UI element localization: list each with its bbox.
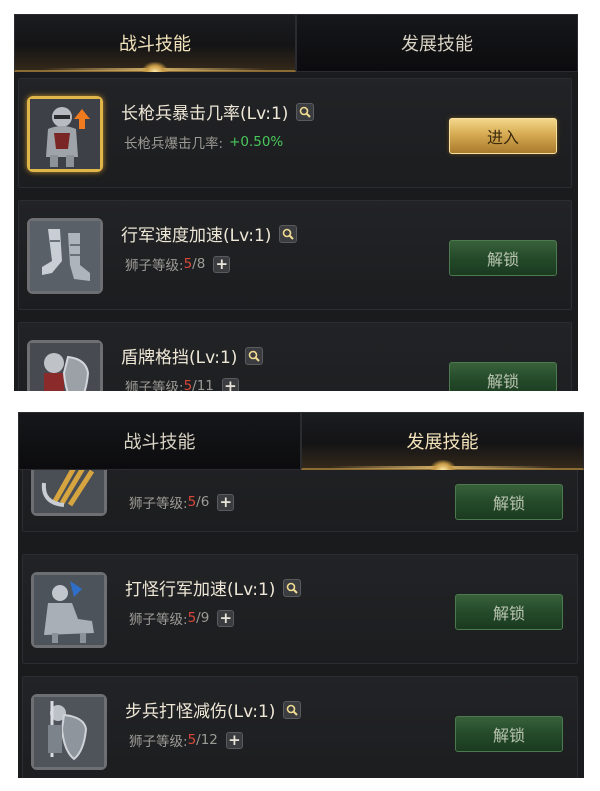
requirement-total: /12	[196, 732, 218, 748]
skill-panel-combat: 战斗技能 发展技能 长枪兵暴击几率(Lv:1) 长枪兵爆击几率: +0.50% …	[14, 14, 578, 391]
skill-stat-value: +0.50%	[229, 134, 284, 150]
magnifier-icon[interactable]	[245, 346, 264, 365]
requirement-current: 5	[187, 494, 197, 510]
shield-knight-icon	[30, 343, 100, 391]
requirement-label: 狮子等级:	[125, 380, 184, 391]
skill-row: 盾牌格挡(Lv:1) 狮子等级: 5 /11 + 解锁	[18, 322, 572, 391]
requirement-label: 狮子等级:	[129, 734, 188, 750]
requirement-total: /8	[192, 256, 206, 272]
unlock-button[interactable]: 解锁	[455, 716, 563, 752]
skill-icon-frame[interactable]	[27, 340, 103, 391]
knight-upgrade-icon	[30, 99, 100, 169]
requirement-total: /6	[196, 494, 210, 510]
magnifier-icon[interactable]	[283, 700, 302, 719]
infantry-shield-icon	[34, 697, 104, 767]
skill-row: 行军速度加速(Lv:1) 狮子等级: 5 /8 + 解锁	[18, 200, 572, 310]
requirement-total: /11	[192, 378, 214, 391]
requirement-current: 5	[187, 732, 197, 748]
unlock-button[interactable]: 解锁	[449, 362, 557, 391]
skill-row: 长枪兵暴击几率(Lv:1) 长枪兵爆击几率: +0.50% 进入	[18, 78, 572, 188]
requirement-current: 5	[187, 610, 197, 626]
skill-row: 打怪行军加速(Lv:1) 狮子等级: 5 /9 + 解锁	[22, 554, 578, 664]
unlock-button[interactable]: 解锁	[449, 240, 557, 276]
skill-panel-development: 狮子等级: 5 /6 + 解锁 打怪行军加速(Lv:1) 狮子等级: 5 /9 …	[18, 412, 584, 778]
skill-title: 打怪行军加速(Lv:1)	[125, 580, 276, 600]
enter-button[interactable]: 进入	[449, 118, 557, 154]
skill-title: 盾牌格挡(Lv:1)	[121, 348, 238, 368]
skill-title: 长枪兵暴击几率(Lv:1)	[121, 104, 289, 124]
plus-icon[interactable]: +	[225, 731, 243, 749]
requirement-label: 狮子等级:	[125, 258, 184, 274]
skill-tabs: 战斗技能 发展技能	[18, 412, 584, 470]
skill-tabs: 战斗技能 发展技能	[14, 14, 578, 72]
requirement-current: 5	[183, 256, 193, 272]
skill-icon-frame[interactable]	[31, 694, 107, 770]
magnifier-icon[interactable]	[279, 224, 298, 243]
skill-title: 步兵打怪减伤(Lv:1)	[125, 702, 276, 722]
skill-icon-frame[interactable]	[27, 96, 103, 172]
tab-combat-skills[interactable]: 战斗技能	[18, 412, 301, 470]
requirement-current: 5	[183, 378, 193, 391]
skill-row: 步兵打怪减伤(Lv:1) 狮子等级: 5 /12 + 解锁	[22, 676, 578, 778]
plus-icon[interactable]: +	[213, 255, 231, 273]
cavalry-icon	[34, 575, 104, 645]
unlock-button[interactable]: 解锁	[455, 594, 563, 630]
armored-boots-icon	[30, 221, 100, 291]
skill-stat-label: 长枪兵爆击几率:	[124, 136, 224, 152]
plus-icon[interactable]: +	[221, 377, 239, 391]
plus-icon[interactable]: +	[217, 493, 235, 511]
plus-icon[interactable]: +	[217, 609, 235, 627]
skill-icon-frame[interactable]	[27, 218, 103, 294]
tab-development-skills[interactable]: 发展技能	[301, 412, 584, 470]
magnifier-icon[interactable]	[283, 578, 302, 597]
tab-development-skills[interactable]: 发展技能	[296, 14, 578, 72]
requirement-total: /9	[196, 610, 210, 626]
unlock-button[interactable]: 解锁	[455, 484, 563, 520]
requirement-label: 狮子等级:	[129, 496, 188, 512]
magnifier-icon[interactable]	[296, 102, 315, 121]
skill-title: 行军速度加速(Lv:1)	[121, 226, 272, 246]
requirement-label: 狮子等级:	[129, 612, 188, 628]
tab-combat-skills[interactable]: 战斗技能	[14, 14, 296, 72]
skill-icon-frame[interactable]	[31, 572, 107, 648]
